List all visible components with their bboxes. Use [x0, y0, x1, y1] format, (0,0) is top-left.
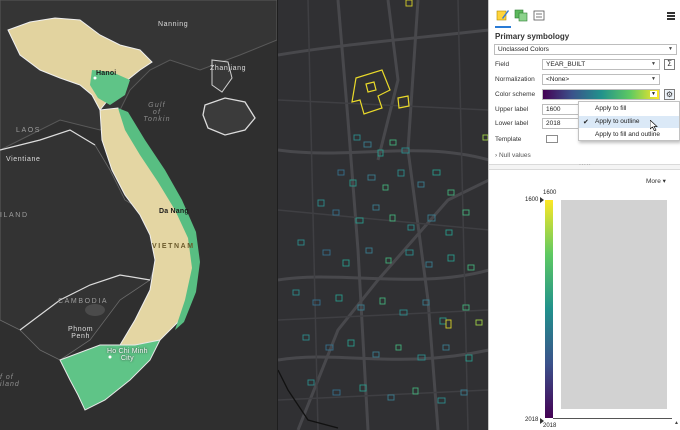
right-map-view[interactable]: [277, 0, 488, 430]
symbology-method-value: Unclassed Colors: [498, 46, 549, 53]
hcmc-line-2: City: [120, 355, 134, 362]
null-values-label: Null values: [498, 152, 531, 159]
map-label-gulf-of-tonkin: Gulf of Tonkin: [142, 102, 172, 123]
section-title-primary-symbology: Primary symbology: [495, 32, 570, 41]
chevron-right-icon: ›: [495, 152, 498, 159]
checkmark-icon: ✔: [583, 118, 589, 126]
menu-item-apply-to-fill-and-outline[interactable]: Apply to fill and outline: [579, 129, 679, 141]
pane-tabbar: [489, 6, 680, 28]
gear-icon[interactable]: ⚙: [664, 89, 675, 100]
chevron-down-icon: ▼: [651, 61, 656, 67]
map-label-zhanjiang: Zhanjiang: [210, 65, 247, 72]
lower-label-input[interactable]: 2018: [542, 118, 580, 129]
lower-label-label: Lower label: [495, 120, 529, 127]
map-label-nanning: Nanning: [158, 21, 189, 28]
color-scheme-dropdown[interactable]: ▼: [542, 89, 660, 100]
symbology-method-dropdown[interactable]: Unclassed Colors ▼: [494, 44, 677, 55]
phnom-penh-line-1: Phnom: [68, 326, 94, 333]
template-label: Template: [495, 136, 522, 143]
hcmc-line-1: Ho Chi Minh: [107, 348, 148, 355]
gulf-thailand-line-2: iland: [0, 381, 20, 388]
normalization-dropdown[interactable]: <None> ▼: [542, 74, 660, 85]
scroll-arrow-icon[interactable]: ▲: [674, 420, 679, 426]
upper-handle[interactable]: [540, 197, 544, 203]
normalization-value: <None>: [546, 76, 570, 83]
map-label-laos: LAOS: [16, 127, 42, 134]
map-label-gulf-of-thailand: f of iland: [0, 374, 20, 388]
color-ramp-legend: [545, 200, 553, 418]
chevron-down-icon: ▼: [651, 76, 656, 82]
pane-splitter[interactable]: [489, 160, 680, 170]
histogram-area: [561, 200, 667, 409]
menu-item-label: Apply to fill: [595, 105, 627, 112]
chevron-down-icon: ▼: [650, 91, 657, 97]
field-dropdown[interactable]: YEAR_BUILT ▼: [542, 59, 660, 70]
mouse-pointer-icon: [650, 120, 658, 131]
more-label: More: [646, 178, 661, 185]
histogram-baseline: [553, 418, 672, 419]
upper-label-label: Upper label: [495, 106, 529, 113]
gulf-label-line-2: of: [152, 109, 162, 116]
map-label-phnom-penh: Phnom Penh: [68, 326, 93, 340]
building-footprints-map: [278, 0, 488, 430]
menu-item-label: Apply to fill and outline: [595, 131, 661, 138]
more-dropdown[interactable]: More ▾: [646, 177, 666, 185]
map-label-hanoi: Hanoi: [96, 70, 117, 77]
color-scheme-label: Color scheme: [495, 91, 536, 98]
phnom-penh-line-2: Penh: [71, 333, 90, 340]
template-symbol-swatch[interactable]: [546, 135, 558, 143]
menu-item-label: Apply to outline: [595, 118, 640, 125]
menu-item-apply-to-fill[interactable]: Apply to fill: [579, 103, 679, 115]
gulf-thailand-line-1: f of: [0, 374, 14, 381]
chevron-down-icon: ▾: [662, 178, 666, 185]
upper-label-input[interactable]: 1600: [542, 104, 580, 115]
legend-top-label: 1600: [543, 190, 557, 196]
left-map-view[interactable]: Nanning Hanoi Zhanjiang Gulf of Tonkin L…: [0, 0, 277, 430]
properties-icon[interactable]: [532, 8, 546, 22]
chevron-down-icon: ▼: [668, 46, 673, 52]
active-tab-indicator: [495, 26, 511, 28]
gulf-label-line-1: Gulf: [148, 102, 166, 109]
map-label-da-nang: Da Nang: [159, 208, 189, 215]
statistics-button[interactable]: [664, 59, 675, 70]
map-label-vietnam: VIETNAM: [152, 243, 195, 250]
menu-item-apply-to-outline[interactable]: ✔ Apply to outline: [579, 116, 679, 128]
field-label: Field: [495, 61, 510, 68]
map-label-cambodia: CAMBODIA: [58, 298, 109, 305]
normalization-label: Normalization: [495, 76, 535, 83]
gulf-label-line-3: Tonkin: [143, 116, 171, 123]
legend-lower-handle-label: 2018: [525, 417, 539, 423]
field-value: YEAR_BUILT: [546, 61, 586, 68]
map-label-ho-chi-minh-city: Ho Chi Minh City: [107, 348, 148, 362]
legend-bottom-label: 2018: [543, 423, 557, 429]
color-scheme-context-menu: Apply to fill ✔ Apply to outline Apply t…: [578, 101, 680, 141]
map-label-vientiane: Vientiane: [6, 156, 41, 163]
layers-symbol-icon[interactable]: [514, 8, 528, 22]
map-label-thailand: ILAND: [0, 212, 29, 219]
hamburger-icon[interactable]: [667, 12, 675, 20]
legend-upper-handle-label: 1600: [525, 197, 539, 203]
paintbrush-icon[interactable]: [496, 8, 510, 22]
null-values-expander[interactable]: › Null values: [495, 152, 531, 159]
